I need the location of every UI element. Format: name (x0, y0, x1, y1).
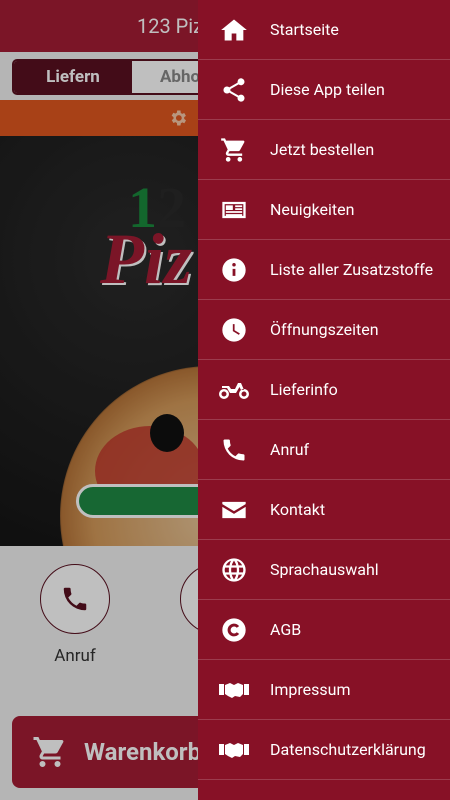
menu-item-label: Sprachauswahl (270, 560, 379, 579)
menu-item-imprint[interactable]: Impressum (198, 660, 450, 720)
info-icon (198, 256, 270, 284)
menu-item-label: Neuigkeiten (270, 200, 355, 219)
menu-item-share[interactable]: Diese App teilen (198, 60, 450, 120)
cart-icon (198, 136, 270, 164)
menu-item-additives[interactable]: Liste aller Zusatzstoffe (198, 240, 450, 300)
navigation-drawer: Startseite Diese App teilen Jetzt bestel… (198, 0, 450, 800)
menu-item-delivery-info[interactable]: Lieferinfo (198, 360, 450, 420)
menu-item-label: Datenschutzerklärung (270, 740, 426, 759)
menu-item-label: Lieferinfo (270, 380, 338, 399)
envelope-icon (198, 496, 270, 524)
copyright-icon (198, 616, 270, 644)
menu-item-label: Startseite (270, 20, 339, 39)
menu-item-call[interactable]: Anruf (198, 420, 450, 480)
menu-item-label: Kontakt (270, 500, 326, 519)
motorcycle-icon (198, 376, 270, 404)
handshake-icon (198, 736, 270, 764)
share-icon (198, 76, 270, 104)
menu-item-label: Anruf (270, 440, 310, 459)
menu-item-agb[interactable]: AGB (198, 600, 450, 660)
menu-item-label: Impressum (270, 680, 351, 699)
menu-item-contact[interactable]: Kontakt (198, 480, 450, 540)
phone-icon (198, 436, 270, 464)
globe-icon (198, 556, 270, 584)
menu-item-language[interactable]: Sprachauswahl (198, 540, 450, 600)
clock-icon (198, 316, 270, 344)
newspaper-icon (198, 196, 270, 224)
menu-item-label: Liste aller Zusatzstoffe (270, 260, 434, 279)
menu-item-hours[interactable]: Öffnungszeiten (198, 300, 450, 360)
menu-item-label: AGB (270, 620, 302, 639)
menu-item-label: Diese App teilen (270, 80, 385, 99)
menu-item-order[interactable]: Jetzt bestellen (198, 120, 450, 180)
menu-item-news[interactable]: Neuigkeiten (198, 180, 450, 240)
menu-item-label: Öffnungszeiten (270, 320, 379, 339)
menu-item-privacy[interactable]: Datenschutzerklärung (198, 720, 450, 780)
handshake-icon (198, 676, 270, 704)
home-icon (198, 16, 270, 44)
menu-item-label: Jetzt bestellen (270, 140, 375, 159)
menu-item-startseite[interactable]: Startseite (198, 0, 450, 60)
